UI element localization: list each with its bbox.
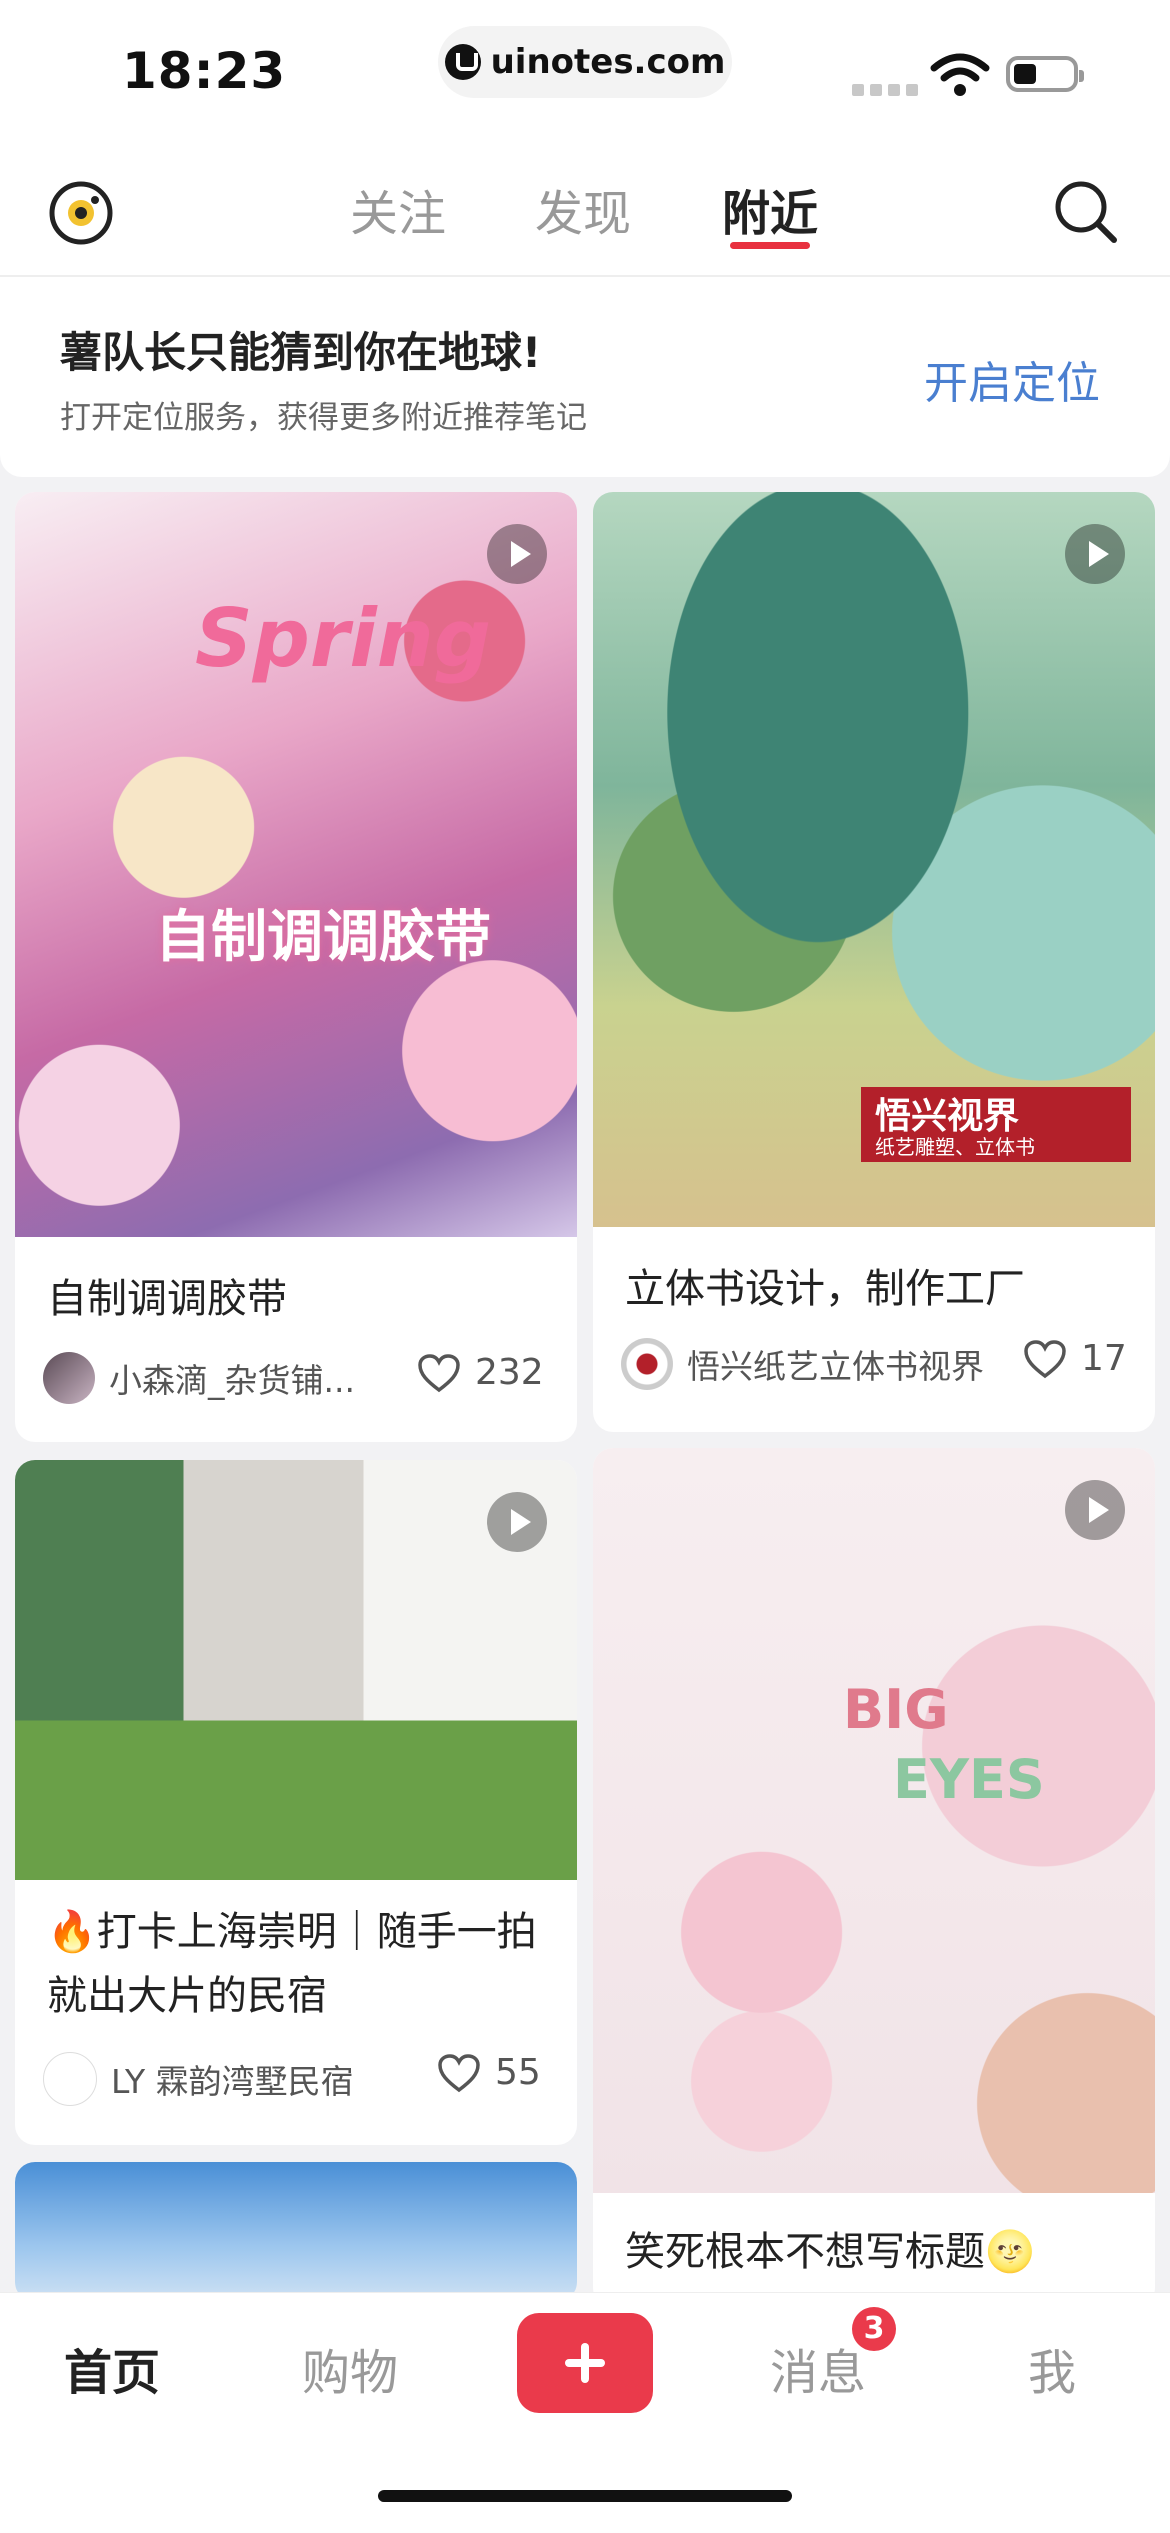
- like-button[interactable]: 232: [417, 1352, 544, 1393]
- tab-home[interactable]: 首页: [64, 2333, 160, 2403]
- card-cover-image[interactable]: Spring 自制调调胶带: [15, 492, 577, 1237]
- url-pill[interactable]: uinotes.com: [438, 26, 732, 98]
- cover-text: EYES: [893, 1748, 1045, 1811]
- card-author[interactable]: 小森滴_杂货铺...: [43, 1352, 355, 1404]
- card-cover-image[interactable]: BIG EYES: [593, 1448, 1155, 2193]
- card-cover-image[interactable]: [15, 2162, 577, 2302]
- feed-card[interactable]: BIG EYES 笑死根本不想写标题🌝: [593, 1448, 1155, 2308]
- card-title: 🔥打卡上海崇明｜随手一拍就出大片的民宿: [47, 1909, 537, 2019]
- cover-text: BIG: [843, 1678, 949, 1741]
- enable-location-button[interactable]: 开启定位: [924, 347, 1100, 411]
- cover-brand-box: 悟兴视界 纸艺雕塑、立体书: [861, 1087, 1131, 1162]
- location-banner: 薯队长只能猜到你在地球! 打开定位服务，获得更多附近推荐笔记 开启定位: [0, 277, 1170, 477]
- lock-icon: [444, 44, 481, 80]
- search-icon[interactable]: [1050, 176, 1120, 246]
- banner-title: 薯队长只能猜到你在地球!: [60, 328, 542, 377]
- like-button[interactable]: 55: [437, 2052, 541, 2093]
- avatar: [43, 2052, 97, 2106]
- tab-discover[interactable]: 发现: [535, 174, 631, 244]
- cover-text: 纸艺雕塑、立体书: [875, 1135, 1035, 1159]
- tab-me[interactable]: 我: [1028, 2333, 1076, 2403]
- like-count: 232: [475, 1352, 544, 1393]
- like-count: 55: [495, 2052, 541, 2093]
- card-title: 自制调调胶带: [47, 1276, 287, 1322]
- play-icon: [487, 1492, 547, 1552]
- feed-card[interactable]: 悟兴视界 纸艺雕塑、立体书 立体书设计，制作工厂 悟兴纸艺立体书视界 17: [593, 492, 1155, 1432]
- cover-text: 自制调调胶带: [155, 905, 491, 970]
- cover-text: Spring: [195, 592, 491, 685]
- active-tab-indicator: [730, 242, 810, 249]
- card-author[interactable]: 悟兴纸艺立体书视界: [621, 1338, 984, 1390]
- tab-follow[interactable]: 关注: [350, 174, 446, 244]
- play-icon: [1065, 524, 1125, 584]
- heart-icon: [438, 2053, 480, 2092]
- tab-messages[interactable]: 消息: [770, 2333, 866, 2403]
- author-name: LY 霖韵湾墅民宿: [111, 2062, 354, 2101]
- cellular-signal-icon: [852, 84, 918, 96]
- play-icon: [487, 524, 547, 584]
- author-name: 小森滴_杂货铺...: [109, 1361, 355, 1400]
- feed-card[interactable]: Spring 自制调调胶带 自制调调胶带 小森滴_杂货铺... 232: [15, 492, 577, 1442]
- heart-icon: [418, 1353, 460, 1392]
- avatar: [621, 1338, 673, 1390]
- battery-icon: [1006, 56, 1084, 92]
- like-button[interactable]: 17: [1023, 1338, 1127, 1379]
- author-name: 悟兴纸艺立体书视界: [687, 1347, 984, 1386]
- card-title: 笑死根本不想写标题🌝: [625, 2229, 1035, 2275]
- messages-badge: 3: [852, 2307, 896, 2351]
- create-post-button[interactable]: [517, 2313, 653, 2413]
- status-time: 18:23: [122, 42, 287, 100]
- tab-nearby[interactable]: 附近: [722, 174, 818, 244]
- status-bar: 18:23 uinotes.com: [0, 0, 1170, 150]
- card-cover-image[interactable]: 悟兴视界 纸艺雕塑、立体书: [593, 492, 1155, 1227]
- top-nav: 关注 发现 附近: [0, 150, 1170, 277]
- like-count: 17: [1081, 1338, 1127, 1379]
- card-title: 立体书设计，制作工厂: [625, 1266, 1025, 1312]
- wifi-icon: [930, 53, 990, 96]
- heart-icon: [1024, 1339, 1066, 1378]
- feed-card[interactable]: 🔥打卡上海崇明｜随手一拍就出大片的民宿 LY 霖韵湾墅民宿 55: [15, 1460, 577, 2145]
- card-author[interactable]: LY 霖韵湾墅民宿: [43, 2052, 354, 2106]
- home-indicator: [378, 2490, 792, 2502]
- tab-shop[interactable]: 购物: [302, 2333, 398, 2403]
- avatar: [43, 1352, 95, 1404]
- play-icon: [1065, 1480, 1125, 1540]
- banner-subtitle: 打开定位服务，获得更多附近推荐笔记: [60, 400, 587, 436]
- feed-card[interactable]: [15, 2162, 577, 2302]
- url-text: uinotes.com: [490, 42, 726, 82]
